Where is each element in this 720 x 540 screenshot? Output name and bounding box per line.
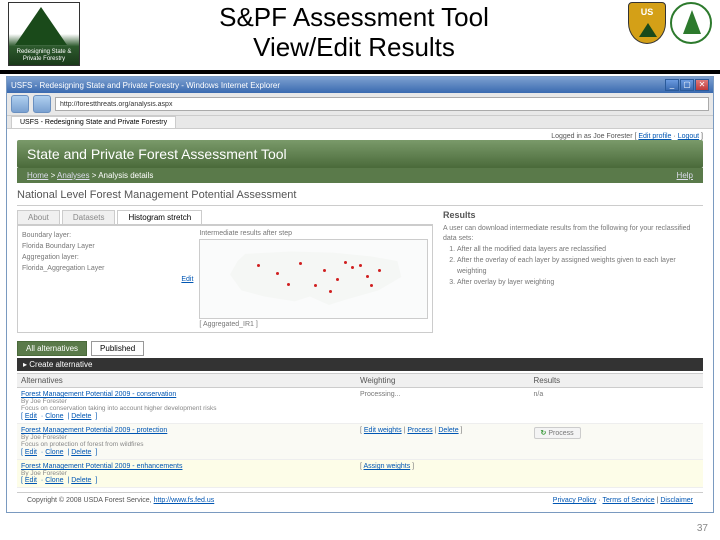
alt-name-link[interactable]: Forest Management Potential 2009 - prote… [21,427,352,434]
browser-window: USFS - Redesigning State and Private For… [6,76,714,513]
alt-name-link[interactable]: Forest Management Potential 2009 - conse… [21,391,352,398]
process-link[interactable]: Process [407,427,432,434]
alt-table-header: Alternatives Weighting Results [17,374,703,388]
alt-clone-link[interactable]: Clone [45,413,63,420]
weighting-cell: [ Edit weights | Process | Delete ] [356,427,530,456]
edit-layers-link[interactable]: Edit [181,276,193,283]
forward-button[interactable] [33,95,51,113]
results-steps: After all the modified data layers are r… [457,244,703,288]
browser-tabs: USFS - Redesigning State and Private For… [7,116,713,129]
title-line-2: View/Edit Results [253,32,455,62]
map-title: Intermediate results after step [199,230,428,237]
tree-circle-logo-icon [670,2,712,44]
back-button[interactable] [11,95,29,113]
slide-header: Redesigning State & Private Forestry S&P… [0,0,720,68]
map-footer: [ Aggregated_IR1 ] [199,319,428,328]
results-intro: A user can download intermediate results… [443,224,703,244]
histogram-panel: Boundary layer: Florida Boundary Layer A… [17,225,433,333]
minimize-button[interactable]: _ [665,79,679,91]
table-row: Forest Management Potential 2009 - prote… [17,424,703,460]
address-bar[interactable] [55,97,709,111]
page-content: Logged in as Joe Forester [ Edit profile… [7,129,713,512]
header-divider [0,70,720,74]
slide-title: S&PF Assessment ToolView/Edit Results [80,2,628,62]
browser-toolbar [7,93,713,116]
crumb-home[interactable]: Home [27,171,48,180]
help-link[interactable]: Help [677,171,693,180]
window-title: USFS - Redesigning State and Private For… [11,81,280,90]
results-cell: Process [530,427,704,456]
results-cell: n/a [530,391,704,420]
weighting-cell: Processing... [356,391,530,420]
alt-clone-link[interactable]: Clone [45,449,63,456]
privacy-link[interactable]: Privacy Policy [553,497,597,504]
redesigning-logo: Redesigning State & Private Forestry [8,2,80,66]
alt-edit-link[interactable]: Edit [25,449,37,456]
filter-row: All alternatives Published [17,341,703,356]
alt-edit-link[interactable]: Edit [25,413,37,420]
sub-tabs: About Datasets Histogram stretch [17,210,433,225]
weighting-cell: [ Assign weights ] [356,463,530,484]
crumb-current: Analysis details [98,171,153,180]
title-line-1: S&PF Assessment Tool [219,2,489,32]
alt-clone-link[interactable]: Clone [45,477,63,484]
create-alternative-button[interactable]: Create alternative [17,358,703,371]
assign-weights-link[interactable]: Assign weights [364,463,411,470]
maximize-button[interactable]: ▢ [680,79,694,91]
site-banner: State and Private Forest Assessment Tool [17,140,703,168]
page-title: National Level Forest Management Potenti… [17,183,703,206]
alt-delete-link[interactable]: Delete [71,449,91,456]
footer-site-link[interactable]: http://www.fs.fed.us [154,497,215,504]
tab-about[interactable]: About [17,210,60,224]
page-footer: Copyright © 2008 USDA Forest Service, ht… [17,492,703,508]
terms-link[interactable]: Terms of Service [602,497,654,504]
process-button[interactable]: Process [534,427,581,439]
alt-delete-link[interactable]: Delete [71,477,91,484]
edit-profile-link[interactable]: Edit profile [638,133,671,140]
disclaimer-link[interactable]: Disclaimer [660,497,693,504]
tab-datasets[interactable]: Datasets [62,210,116,224]
logout-link[interactable]: Logout [678,133,699,140]
results-panel: Results A user can download intermediate… [443,210,703,333]
crumb-analyses[interactable]: Analyses [57,171,89,180]
browser-titlebar: USFS - Redesigning State and Private For… [7,77,713,93]
table-row: Forest Management Potential 2009 - conse… [17,388,703,424]
slide-number: 37 [697,523,708,534]
close-button[interactable]: ✕ [695,79,709,91]
tab-histogram[interactable]: Histogram stretch [117,210,202,224]
us-forest-service-shield-icon [628,2,666,44]
layer-settings: Boundary layer: Florida Boundary Layer A… [22,230,193,328]
browser-tab[interactable]: USFS - Redesigning State and Private For… [11,116,176,128]
delete-weights-link[interactable]: Delete [438,427,458,434]
edit-weights-link[interactable]: Edit weights [364,427,402,434]
alternatives-table: Alternatives Weighting Results Forest Ma… [17,373,703,488]
alt-edit-link[interactable]: Edit [25,477,37,484]
us-outline-icon [219,248,409,309]
alt-name-link[interactable]: Forest Management Potential 2009 - enhan… [21,463,352,470]
table-row: Forest Management Potential 2009 - enhan… [17,460,703,488]
filter-published-button[interactable]: Published [91,341,144,356]
right-logos [628,2,712,44]
filter-all-button[interactable]: All alternatives [17,341,87,356]
alt-delete-link[interactable]: Delete [71,413,91,420]
results-heading: Results [443,210,703,220]
login-status: Logged in as Joe Forester [ Edit profile… [17,133,703,140]
map-panel: Intermediate results after step [199,230,428,328]
breadcrumb: Home > Analyses > Analysis details Help [17,168,703,183]
us-map-image [199,239,428,319]
